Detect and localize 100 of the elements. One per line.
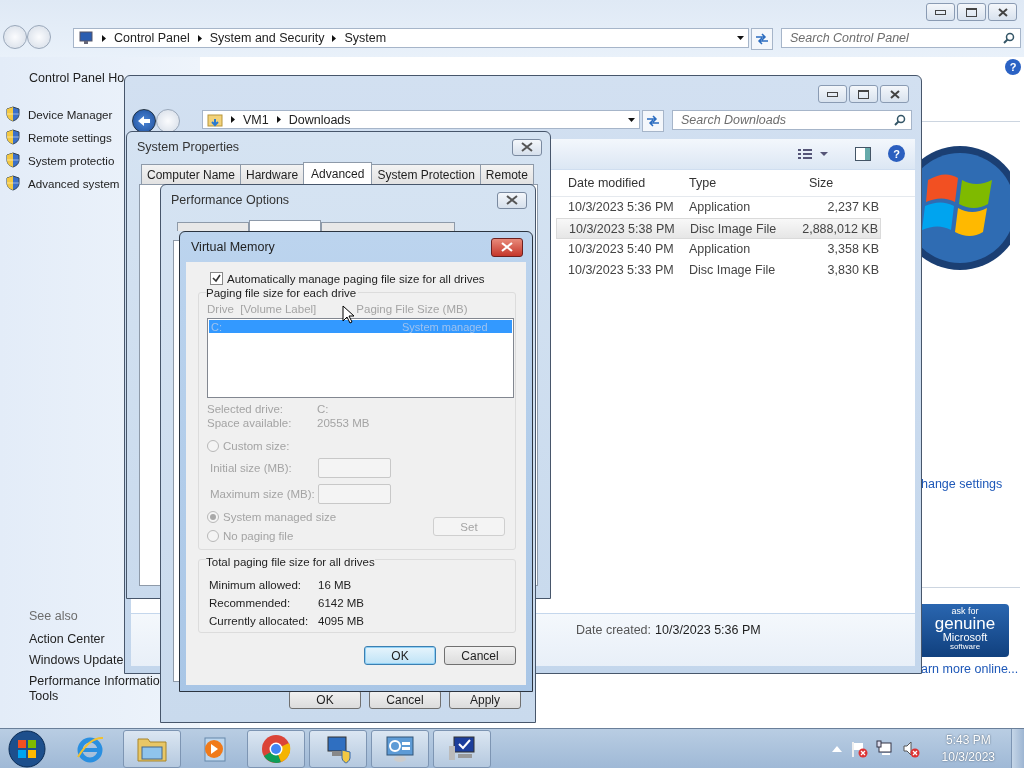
column-header[interactable]: Date modified [568,176,646,190]
field-label: Maximum size (MB): [210,488,316,500]
info-value: C: [317,402,329,416]
tab[interactable]: Computer Name [141,164,242,184]
task-link[interactable]: Device Manager [28,107,113,121]
see-also-link[interactable]: Tools [29,689,59,703]
tab[interactable]: Advanced [303,162,373,184]
minimize-button[interactable] [926,3,955,21]
search-icon [894,114,906,126]
file-row[interactable]: 10/3/2023 5:36 PM Application 2,237 KB [556,197,881,218]
radio-button[interactable] [207,439,219,452]
close-button[interactable] [512,138,542,156]
close-button[interactable] [491,237,523,257]
close-icon [997,7,1008,17]
total-value: 4095 MB [318,614,365,629]
total-label: Currently allocated: [209,614,310,629]
taskbar-button[interactable] [309,729,367,768]
breadcrumb[interactable]: System [344,31,387,45]
maximize-button[interactable] [957,3,986,21]
close-icon [501,242,513,252]
task-link[interactable]: Remote settings [28,130,112,144]
file-row[interactable]: 10/3/2023 5:33 PM Disc Image File 3,830 KB [556,260,881,281]
breadcrumb[interactable]: Control Panel [114,31,190,45]
radio-button[interactable] [207,510,219,523]
see-also-link[interactable]: Windows Update [29,653,124,667]
dashboard-icon [384,733,416,764]
refresh-icon [646,115,660,127]
search-field[interactable]: Search Control Panel [781,28,1021,48]
dropdown-arrow-icon[interactable] [737,36,744,40]
file-row[interactable]: 10/3/2023 5:40 PM Application 3,358 KB [556,239,881,260]
breadcrumb-arrow-icon[interactable] [197,34,202,42]
breadcrumb[interactable]: System and Security [209,31,325,45]
input-field[interactable] [318,484,391,504]
radio-button[interactable] [207,529,219,542]
close-button[interactable] [988,3,1017,21]
column-header[interactable]: Type [689,176,717,190]
column-header: Paging File Size (MB) [356,303,468,315]
browser-icon [75,734,105,763]
address-bar[interactable]: VM1 Downloads [202,110,640,129]
info-label: Selected drive: [207,402,285,416]
see-also-link[interactable]: Performance Informatio [29,674,160,688]
tab[interactable]: System Protection [371,164,481,184]
mouse-pointer-icon [342,305,354,324]
close-icon [521,142,533,152]
shield-icon [6,129,20,145]
home-link[interactable]: Control Panel Ho [29,71,125,85]
detail-value: 10/3/2023 5:36 PM [655,623,761,639]
network-icon[interactable] [875,739,894,758]
breadcrumb[interactable]: Downloads [288,112,351,127]
help-button[interactable]: ? [1005,59,1021,75]
speaker-muted-icon[interactable] [901,739,920,758]
close-button[interactable] [880,85,909,103]
tab[interactable] [249,220,321,231]
shield-icon [6,175,20,191]
view-list-icon[interactable] [798,149,828,159]
preview-pane-icon[interactable] [855,147,871,161]
minimize-button[interactable] [818,85,847,103]
search-field[interactable]: Search Downloads [672,110,912,130]
field-label: Initial size (MB): [210,462,293,474]
computer-icon [78,31,94,45]
window-title: Performance Options [171,193,290,207]
tab[interactable]: Hardware [240,164,305,184]
learn-more-link[interactable]: arn more online... [921,662,1019,676]
checkbox-label[interactable]: Automatically manage paging file size for all drives [227,272,485,285]
back-button[interactable] [132,109,156,133]
refresh-icon [755,33,769,45]
breadcrumb-arrow-icon[interactable] [231,116,235,123]
address-bar[interactable]: Control Panel System and Security System [73,28,749,48]
dialog-button[interactable]: OK [364,646,436,665]
task-link[interactable]: Advanced system [28,176,120,190]
flag-error-icon[interactable] [849,739,868,758]
breadcrumb-arrow-icon[interactable] [332,34,337,42]
input-field[interactable] [318,458,391,478]
total-label: Recommended: [209,596,292,611]
refresh-button[interactable] [751,28,773,50]
refresh-button[interactable] [642,110,664,132]
forward-button[interactable] [156,109,180,133]
shield-icon [6,152,20,168]
file-row[interactable]: 10/3/2023 5:38 PM Disc Image File 2,888,012 KB [556,218,881,239]
start-button[interactable] [7,728,47,768]
close-button[interactable] [497,191,527,209]
breadcrumb[interactable]: VM1 [243,112,269,127]
detail-label: Date created: [576,623,652,639]
breadcrumb-arrow-icon[interactable] [276,116,281,123]
tab[interactable]: Remote [479,164,534,184]
group-title: Paging file size for each drive [206,287,359,299]
help-button[interactable]: ? [888,145,905,162]
dropdown-arrow-icon[interactable] [628,117,635,122]
dialog-button[interactable]: Cancel [444,646,516,665]
see-also-link[interactable]: Action Center [29,632,105,646]
taskbar-button[interactable] [433,729,491,768]
window-title: Virtual Memory [191,240,275,254]
checkbox[interactable] [210,272,223,285]
maximize-button[interactable] [849,85,878,103]
close-icon [506,195,518,205]
task-link[interactable]: System protectio [28,153,115,167]
breadcrumb-arrow-icon[interactable] [102,34,106,42]
taskbar-button[interactable] [371,729,429,768]
column-header[interactable]: Size [809,176,834,190]
change-settings-link[interactable]: hange settings [921,477,1003,491]
